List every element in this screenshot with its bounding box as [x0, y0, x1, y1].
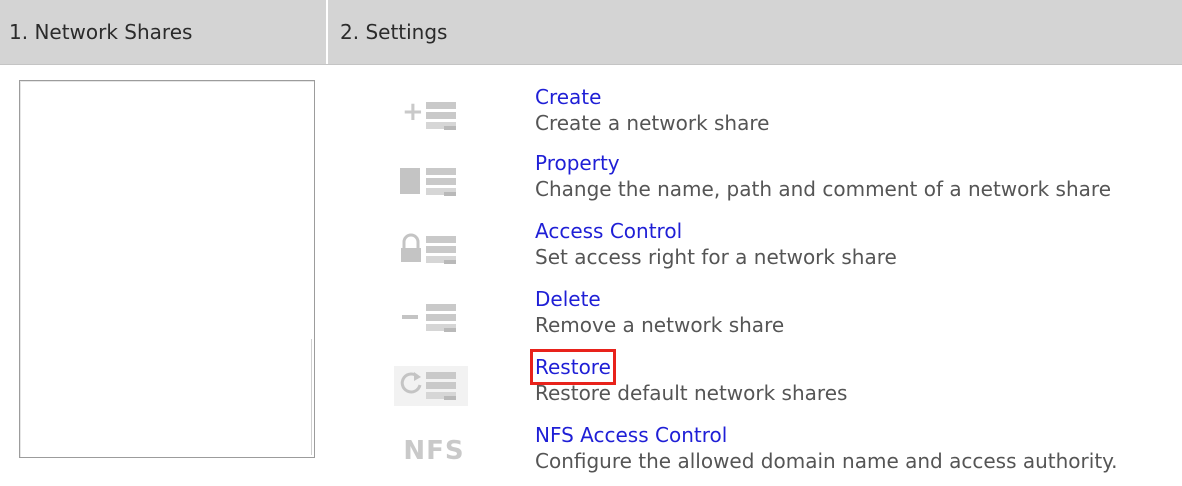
delete-action: Delete Remove a network share [360, 286, 1182, 350]
delete-link[interactable]: Delete [535, 286, 601, 312]
restore-description: Restore default network shares [535, 381, 848, 405]
restore-action: Restore Restore default network shares [360, 349, 1182, 418]
network-shares-column-header: 1. Network Shares [9, 20, 193, 44]
nfs-icon[interactable]: NFS [394, 430, 474, 476]
nfs-access-control-link[interactable]: NFS Access Control [535, 422, 727, 448]
create-link[interactable]: Create [535, 84, 601, 110]
list-scroll-edge [311, 339, 312, 455]
create-share-icon[interactable]: + [394, 92, 474, 138]
svg-text:+: + [402, 97, 424, 127]
nfs-icon-label: NFS [403, 436, 465, 466]
header-bar: 1. Network Shares 2. Settings [0, 0, 1182, 65]
access-control-lock-icon[interactable] [394, 226, 474, 272]
property-icon[interactable] [394, 158, 474, 204]
property-description: Change the name, path and comment of a n… [535, 177, 1111, 201]
network-shares-list[interactable] [19, 80, 315, 458]
nfs-access-control-action: NFS NFS Access Control Configure the all… [360, 422, 1182, 486]
restore-refresh-icon[interactable] [394, 362, 474, 408]
restore-link[interactable]: Restore [530, 349, 616, 385]
delete-share-icon[interactable] [394, 294, 474, 340]
create-action: + Create Create a network share [360, 84, 1182, 148]
delete-description: Remove a network share [535, 313, 785, 337]
property-action: Property Change the name, path and comme… [360, 150, 1182, 214]
settings-column-header: 2. Settings [340, 20, 448, 44]
access-control-description: Set access right for a network share [535, 245, 897, 269]
create-description: Create a network share [535, 111, 770, 135]
nfs-access-control-description: Configure the allowed domain name and ac… [535, 449, 1118, 473]
property-link[interactable]: Property [535, 150, 620, 176]
access-control-link[interactable]: Access Control [535, 218, 682, 244]
access-control-action: Access Control Set access right for a ne… [360, 218, 1182, 282]
